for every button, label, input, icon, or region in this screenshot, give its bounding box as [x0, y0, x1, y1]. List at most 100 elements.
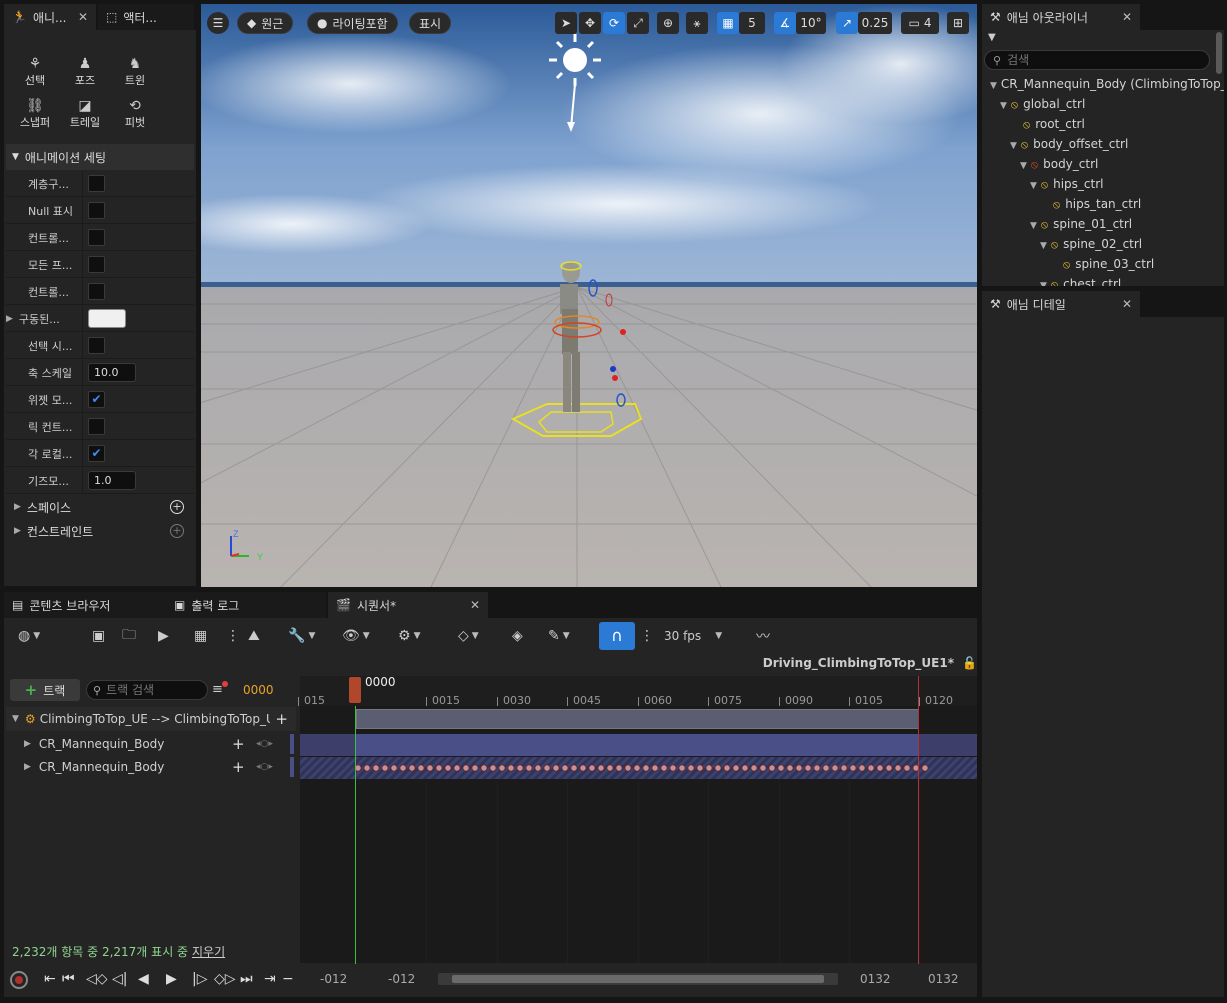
- more-options-button[interactable]: ⋮: [226, 626, 240, 646]
- tool-select[interactable]: ⚘ 선택: [10, 56, 60, 88]
- checkbox-checked[interactable]: ✔: [88, 391, 105, 408]
- keyframe[interactable]: [903, 764, 911, 772]
- keyframe[interactable]: [390, 764, 398, 772]
- tab-anim-outliner[interactable]: ⚒ 애님 아웃라이너 ✕: [982, 4, 1140, 30]
- close-icon[interactable]: ✕: [470, 598, 480, 612]
- camera-add-button[interactable]: ▶: [158, 626, 169, 646]
- tab-anim-mode[interactable]: 🏃 애니... ✕: [4, 4, 96, 30]
- keyframe[interactable]: [723, 764, 731, 772]
- tool-pivot[interactable]: ⟲ 피벗: [110, 98, 160, 130]
- add-space-icon[interactable]: +: [170, 500, 184, 514]
- outliner-options-icon[interactable]: ▼: [988, 32, 996, 43]
- tab-sequencer[interactable]: 🎬 시퀀서* ✕: [328, 592, 488, 618]
- record-button[interactable]: [10, 971, 28, 989]
- close-icon[interactable]: ✕: [1122, 297, 1132, 311]
- current-frame[interactable]: 0000: [243, 683, 274, 697]
- outliner-item[interactable]: ▼ CR_Mannequin_Body (ClimbingToTop_UE): [990, 74, 1224, 94]
- keyframe[interactable]: [480, 764, 488, 772]
- keyframe[interactable]: [858, 764, 866, 772]
- range-scrollbar-thumb[interactable]: [452, 975, 824, 983]
- keyframe[interactable]: [408, 764, 416, 772]
- tab-actor[interactable]: ⬚ 액터...: [98, 4, 194, 30]
- chevron-down-icon[interactable]: ▼: [1040, 241, 1047, 251]
- play-reverse-button[interactable]: ◀: [138, 971, 149, 987]
- keyframe[interactable]: [561, 764, 569, 772]
- loop-button[interactable]: −: [282, 971, 294, 987]
- key-menu-button[interactable]: ◇ ▼: [458, 626, 479, 646]
- range-end-outer[interactable]: 0132: [928, 972, 959, 986]
- keyframe[interactable]: [552, 764, 560, 772]
- outliner-item[interactable]: ⦸ spine_03_ctrl: [1050, 254, 1154, 274]
- rotation-snap-button[interactable]: ∡: [774, 12, 796, 34]
- add-track-button[interactable]: + 트랙: [10, 679, 80, 701]
- outliner-item[interactable]: ⦸ hips_tan_ctrl: [1040, 194, 1141, 214]
- keyframe[interactable]: [768, 764, 776, 772]
- translate-mode-button[interactable]: ✥: [579, 12, 601, 34]
- viewport-menu-button[interactable]: ☰: [207, 12, 229, 34]
- keyframe[interactable]: [651, 764, 659, 772]
- keyframe[interactable]: [525, 764, 533, 772]
- add-constraint-icon[interactable]: +: [170, 524, 184, 538]
- mountain-icon-button[interactable]: ⛰: [248, 626, 260, 646]
- lighting-button[interactable]: ● 라이팅포함: [307, 12, 398, 34]
- outliner-item[interactable]: ▼ ⦸ spine_02_ctrl: [1040, 234, 1142, 254]
- outliner-search[interactable]: ⚲: [984, 50, 1210, 70]
- outliner-item[interactable]: ▼ ⦸ body_offset_ctrl: [1010, 134, 1128, 154]
- curve-editor-button[interactable]: 〰: [756, 626, 770, 646]
- range-start-outer[interactable]: -012: [320, 972, 347, 986]
- keyframe[interactable]: [921, 764, 929, 772]
- track-row-rig-1[interactable]: ▶ CR_Mannequin_Body + ◂○▸: [6, 733, 296, 755]
- chevron-right-icon[interactable]: ▶: [6, 314, 13, 324]
- scale-mode-button[interactable]: ⤢: [627, 12, 649, 34]
- keyframe[interactable]: [489, 764, 497, 772]
- add-icon[interactable]: +: [232, 735, 245, 753]
- step-back-button[interactable]: ◁|: [112, 971, 127, 987]
- play-button[interactable]: ▶: [166, 971, 177, 987]
- keyframe[interactable]: [543, 764, 551, 772]
- chevron-down-icon[interactable]: ▼: [1000, 101, 1007, 111]
- outliner-item[interactable]: ▼ ⦸ hips_ctrl: [1030, 174, 1104, 194]
- keyframe[interactable]: [588, 764, 596, 772]
- close-icon[interactable]: ✕: [78, 10, 88, 24]
- keyframe[interactable]: [579, 764, 587, 772]
- track-row-sequence[interactable]: ▼ ⚙ ClimbingToTop_UE --> ClimbingToTop_U…: [6, 708, 296, 730]
- grid-snap-button[interactable]: ▦: [717, 12, 739, 34]
- go-to-end-button[interactable]: ⇥: [264, 971, 276, 987]
- sequence-section[interactable]: [356, 709, 919, 729]
- keyframe[interactable]: [606, 764, 614, 772]
- keyframe[interactable]: [426, 764, 434, 772]
- color-swatch[interactable]: [88, 309, 126, 328]
- world-local-button[interactable]: ⊕: [657, 12, 679, 34]
- viewport[interactable]: Z Y ☰ ◆ 원근 ● 라이팅포함 표시 ➤ ✥ ⟳ ⤢ ⊕ ⚹ ▦ 5 ∡ …: [201, 4, 977, 587]
- keyframe[interactable]: [696, 764, 704, 772]
- rotate-mode-button[interactable]: ⟳: [603, 12, 625, 34]
- keyframe[interactable]: [660, 764, 668, 772]
- snap-options-button[interactable]: ⋮: [640, 626, 654, 646]
- anim-settings-header[interactable]: ▼ 애니메이션 세팅: [6, 144, 194, 170]
- prev-frame-button[interactable]: ⏮: [62, 971, 75, 987]
- number-field[interactable]: 10.0: [88, 363, 136, 382]
- fps-dropdown[interactable]: 30 fps ▼: [664, 626, 722, 646]
- next-frame-button[interactable]: ⏭: [240, 971, 253, 987]
- keyframe[interactable]: [777, 764, 785, 772]
- show-button[interactable]: 표시: [409, 12, 452, 34]
- spaces-row[interactable]: ▶ 스페이스 +: [6, 495, 194, 519]
- keyframe[interactable]: [714, 764, 722, 772]
- keyframe[interactable]: [633, 764, 641, 772]
- add-icon[interactable]: +: [275, 710, 288, 728]
- keyframe[interactable]: [453, 764, 461, 772]
- scale-snap-value[interactable]: 0.25: [858, 12, 892, 34]
- keyframe[interactable]: [444, 764, 452, 772]
- rotation-snap-value[interactable]: 10°: [796, 12, 826, 34]
- chevron-down-icon[interactable]: ▼: [1020, 161, 1027, 171]
- outliner-item[interactable]: ▼ ⦸ chest_ctrl: [1040, 274, 1121, 286]
- keyframe[interactable]: [822, 764, 830, 772]
- world-menu-button[interactable]: ◍ ▼: [18, 626, 40, 646]
- checkbox[interactable]: [88, 202, 105, 219]
- track-row-rig-2[interactable]: ▶ CR_Mannequin_Body + ◂○▸: [6, 756, 296, 778]
- key-nav-icon[interactable]: ◂○▸: [256, 762, 273, 772]
- keyframe[interactable]: [516, 764, 524, 772]
- keyframe[interactable]: [570, 764, 578, 772]
- prev-key-button[interactable]: ◁◇: [86, 971, 108, 987]
- checkbox[interactable]: [88, 283, 105, 300]
